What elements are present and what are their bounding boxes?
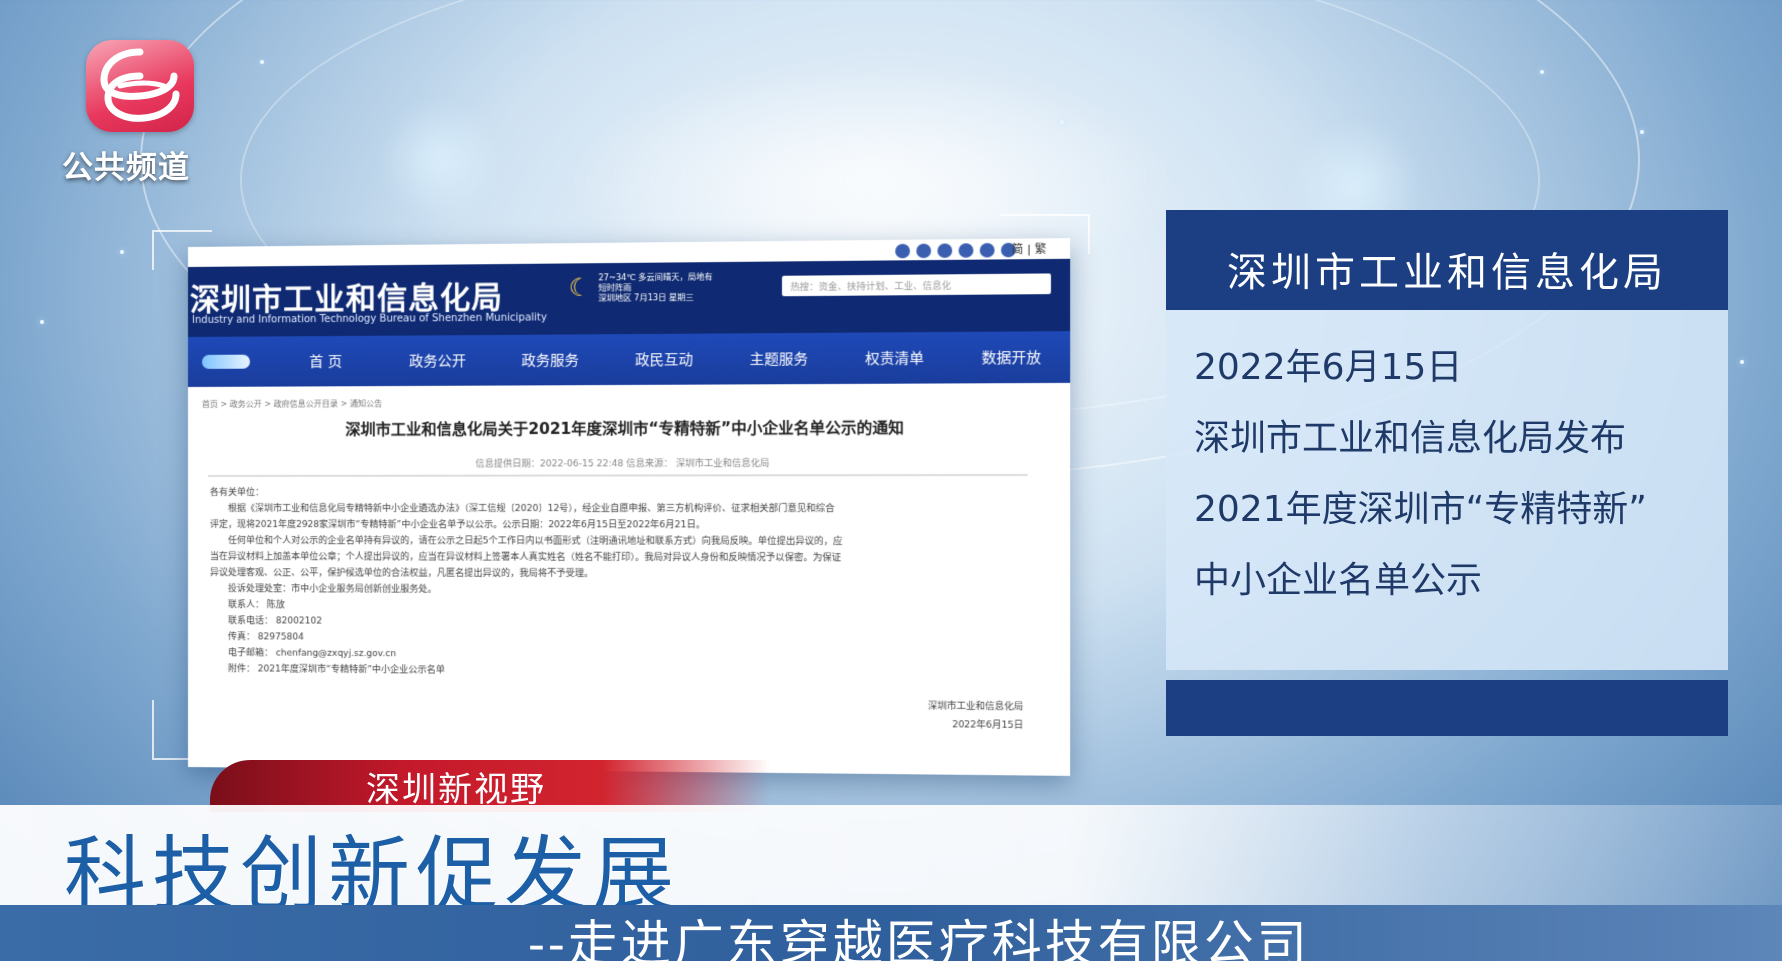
web-paragraph: 评定，现将2021年度2928家深圳市“专精特新”中小企业名单予以公示。公示日期… xyxy=(209,520,706,531)
web-nav-bar: 首 页 政务公开 政务服务 政民互动 主题服务 权责清单 数据开放 xyxy=(188,331,1071,387)
info-line: 2021年度深圳市“专精特新” xyxy=(1194,489,1647,530)
web-paragraph: 附件： 2021年度深圳市“专精特新”中小企业公示名单 xyxy=(227,664,446,676)
background-light-dot xyxy=(1060,120,1064,124)
web-header: 简 | 繁 深圳市工业和信息化局 Industry and Informatio… xyxy=(188,238,1071,337)
moon-sun-weather-icon: ☾ xyxy=(568,273,591,303)
info-panel-heading: 深圳市工业和信息化局 xyxy=(1227,250,1667,296)
web-nav-item-gov-open: 政务公开 xyxy=(408,353,466,370)
info-line: 中小企业名单公示 xyxy=(1194,560,1483,601)
program-name: 深圳新视野 xyxy=(366,770,546,810)
weather-line: 深圳地区 7月13日 星期三 xyxy=(598,292,694,303)
web-paragraph: 各有关单位： xyxy=(209,487,265,498)
background-light-dot xyxy=(40,320,44,324)
background-light-dot xyxy=(120,250,124,254)
channel-name: 公共频道 xyxy=(62,150,190,186)
web-breadcrumb: 首页 > 政务公开 > 政府信息公开目录 > 通知公告 xyxy=(201,399,383,409)
info-panel-footer xyxy=(1166,680,1728,736)
background-light-dot xyxy=(1740,360,1744,364)
frame-bracket-bottom-left xyxy=(152,700,192,760)
web-paragraph: 根据《深圳市工业和信息化局专精特新中小企业遴选办法》（深工信规〔2020〕12号… xyxy=(227,503,835,515)
web-nav-item-powers: 权责清单 xyxy=(865,350,925,368)
web-paragraph: 任何单位和个人对公示的企业名单持有异议的，请在公示之日起5个工作日内以书面形式（… xyxy=(227,536,843,547)
web-divider xyxy=(207,473,1028,477)
background-light-dot xyxy=(260,60,264,64)
info-line: 深圳市工业和信息化局发布 xyxy=(1194,418,1627,459)
web-nav-item-home: 首 页 xyxy=(309,354,342,371)
info-panel-body: 2022年6月15日 深圳市工业和信息化局发布 2021年度深圳市“专精特新” … xyxy=(1166,310,1728,670)
web-sign-date: 2022年6月15日 xyxy=(952,720,1024,732)
background-light-dot xyxy=(1540,70,1544,74)
web-signature: 深圳市工业和信息化局 2022年6月15日 xyxy=(928,697,1023,735)
web-sign-org: 深圳市工业和信息化局 xyxy=(927,701,1024,713)
info-panel-header: 深圳市工业和信息化局 xyxy=(1166,210,1728,310)
info-panel: 深圳市工业和信息化局 2022年6月15日 深圳市工业和信息化局发布 2021年… xyxy=(1166,210,1728,736)
message-icon xyxy=(937,243,953,258)
web-nav-logo xyxy=(201,354,251,369)
web-nav-item-interaction: 政民互动 xyxy=(635,352,693,369)
web-article-body: 各有关单位： 根据《深圳市工业和信息化局专精特新中小企业遴选办法》（深工信规〔2… xyxy=(210,484,1030,682)
chat-icon xyxy=(958,243,974,258)
web-social-icons xyxy=(895,242,1016,259)
web-weather: 27~34℃ 多云间晴天，局地有 短时阵雨 深圳地区 7月13日 星期三 xyxy=(598,272,764,304)
headline-subtitle: --走进广东穿越医疗科技有限公司 xyxy=(528,915,1310,961)
web-nav-item-open-data: 数据开放 xyxy=(981,349,1042,367)
background-light-dot xyxy=(1640,130,1644,134)
mobile-icon xyxy=(979,242,995,258)
shenzhen-tv-logo-icon xyxy=(100,48,180,122)
web-article-meta: 信息提供日期：2022-06-15 22:48 信息来源： 深圳市工业和信息化局 xyxy=(475,458,770,470)
web-site-title: 深圳市工业和信息化局 xyxy=(189,280,504,318)
web-paragraph: 投诉处理处室：市中小企业服务局创新创业服务处。 xyxy=(227,584,437,595)
web-nav-item-topics: 主题服务 xyxy=(749,351,809,369)
web-search-input: 热搜：资金、扶持计划、工业、信息化 xyxy=(781,273,1051,297)
webpage-screenshot: 简 | 繁 深圳市工业和信息化局 Industry and Informatio… xyxy=(188,238,1071,776)
weibo-icon xyxy=(895,243,910,259)
web-language-toggle: 简 | 繁 xyxy=(1011,242,1047,257)
web-paragraph: 当在异议材料上加盖本单位公章；个人提出异议的，应当在异议材料上签署本人真实姓名（… xyxy=(209,552,842,564)
web-nav-item-gov-service: 政务服务 xyxy=(521,352,579,370)
telegram-icon xyxy=(916,243,932,259)
channel-logo xyxy=(86,40,194,132)
web-article-title: 深圳市工业和信息化局关于2021年度深圳市“专精特新”中小企业名单公示的通知 xyxy=(345,418,904,439)
info-line: 2022年6月15日 xyxy=(1194,347,1463,388)
